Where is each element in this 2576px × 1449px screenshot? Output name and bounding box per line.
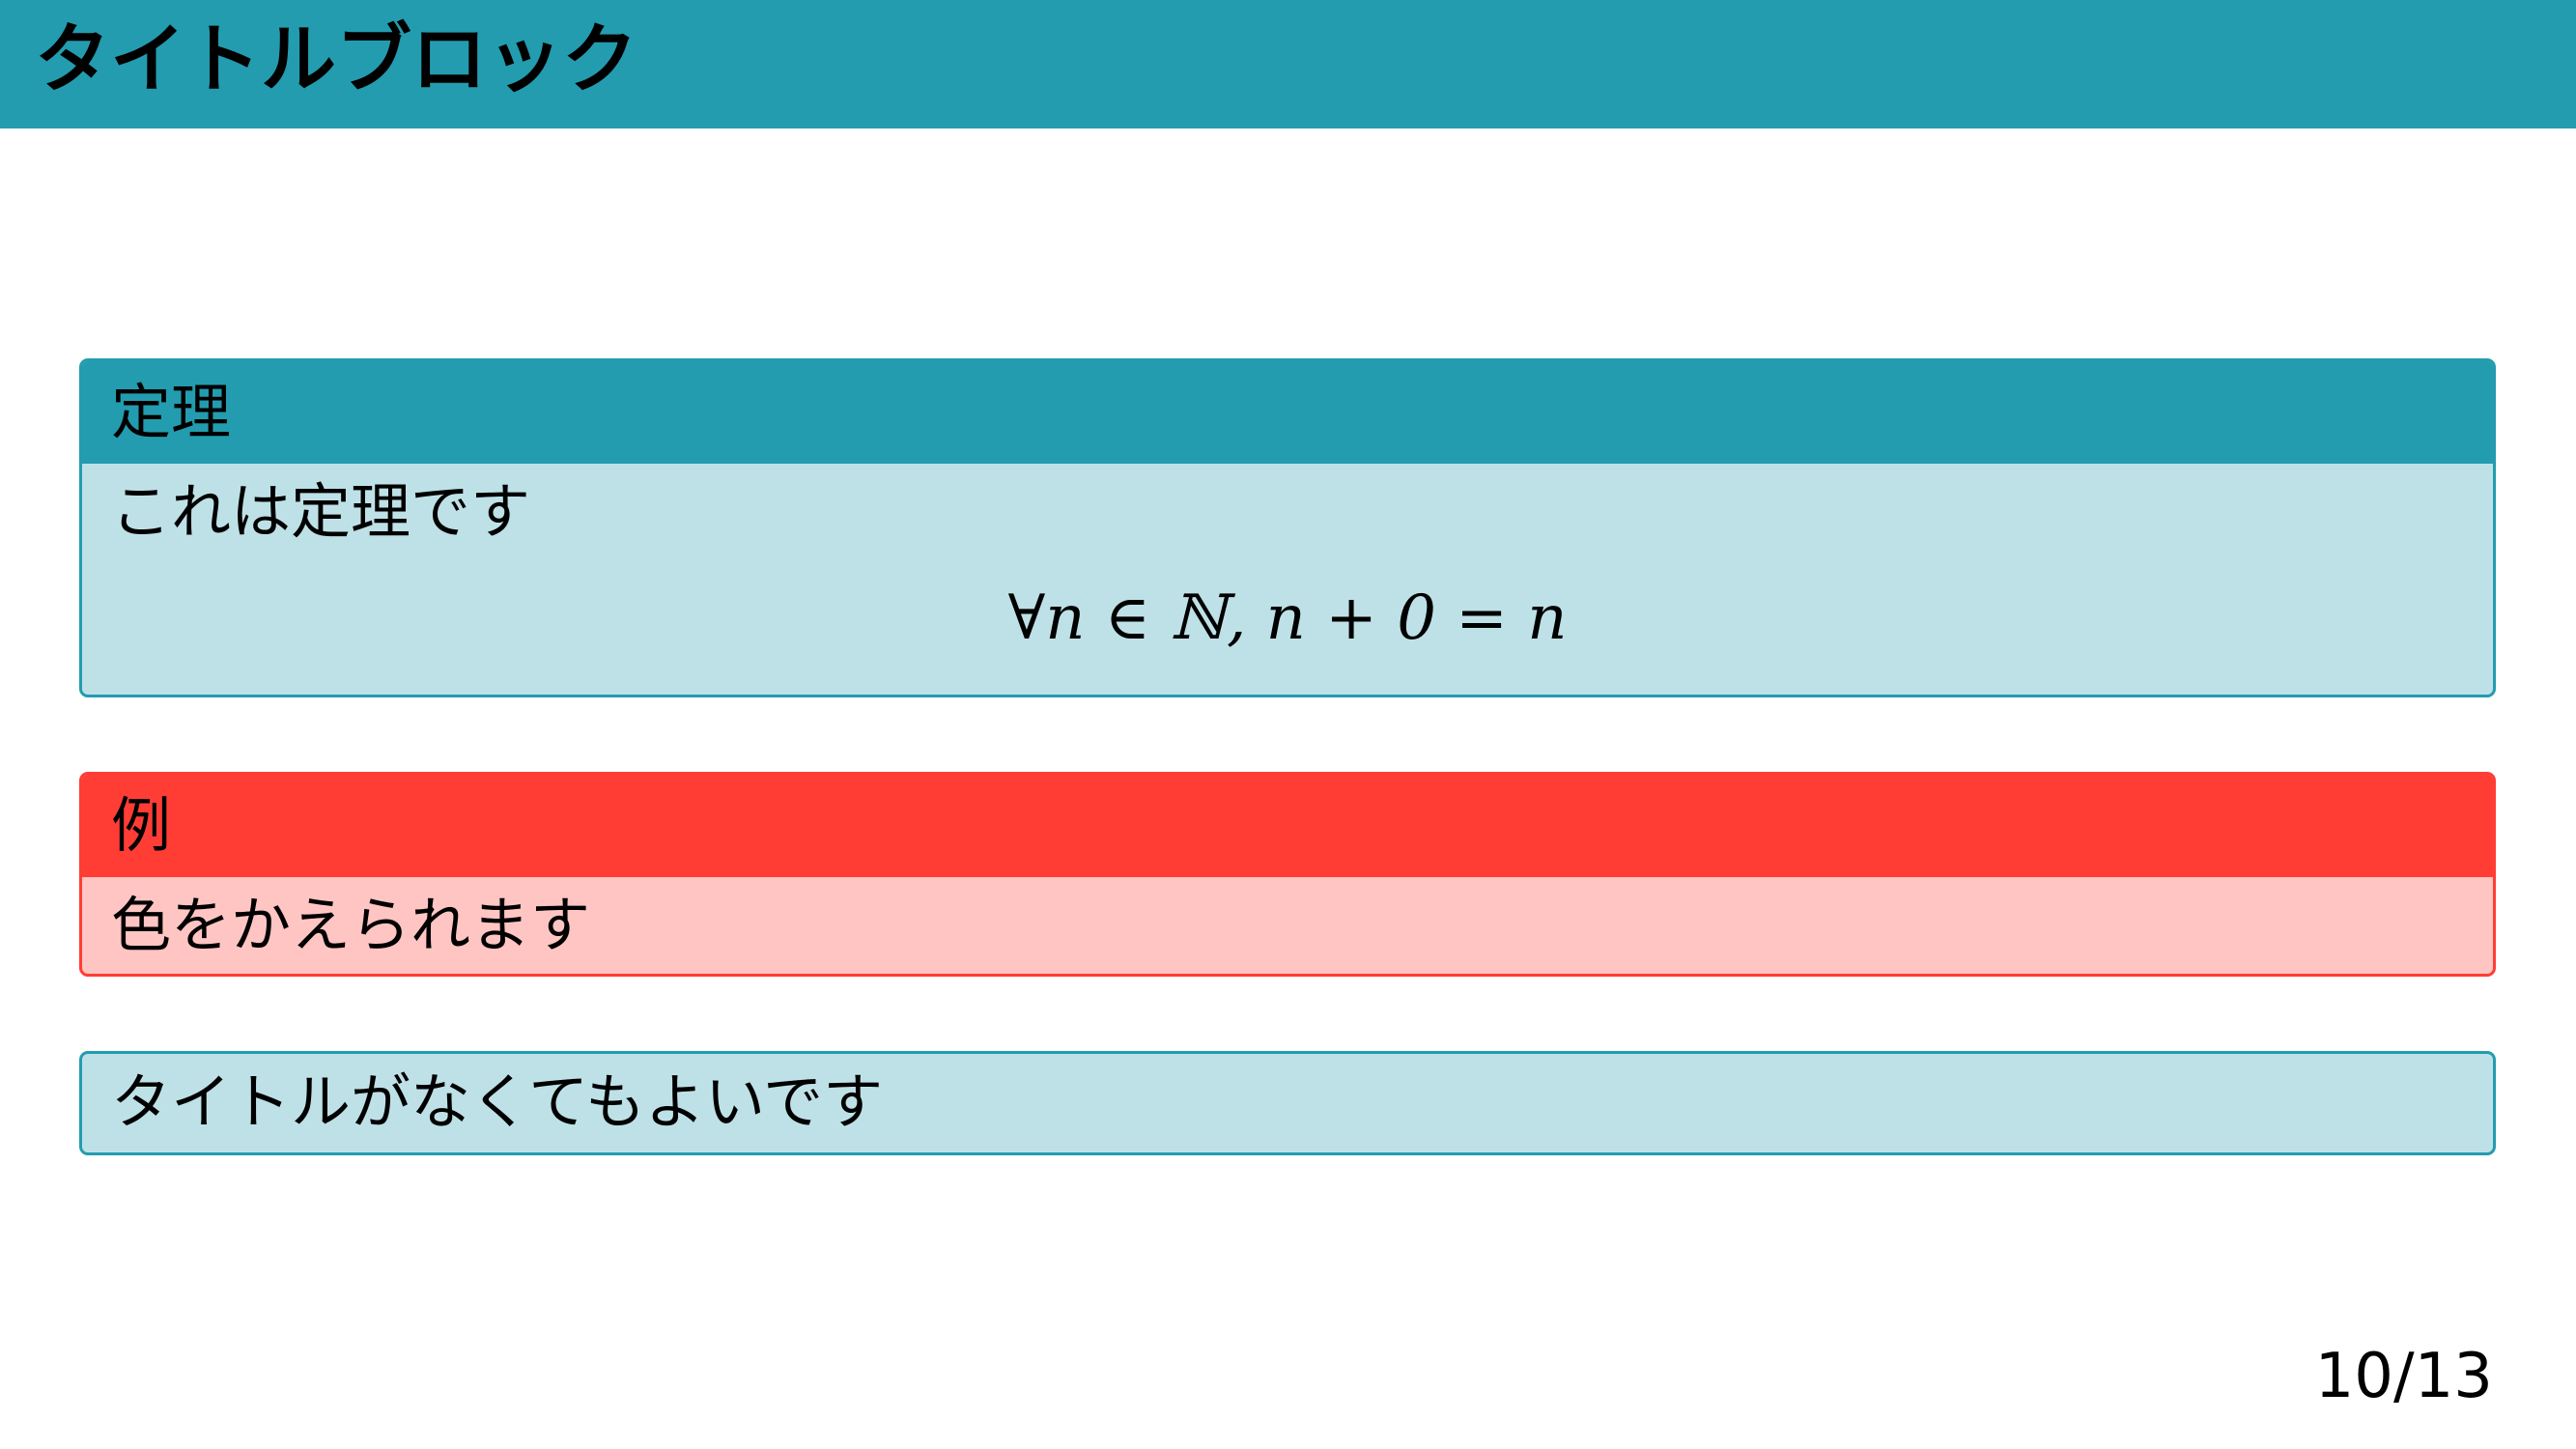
slide-title: タイトルブロック (35, 16, 638, 103)
theorem-text: これは定理です (111, 476, 531, 547)
theorem-block-body: これは定理です ∀n ∈ ℕ, n + 0 = n (82, 464, 2493, 695)
untitled-block-body: タイトルがなくてもよいです (111, 1066, 884, 1137)
page-number: 10/13 (2314, 1341, 2493, 1412)
example-block-body: 色をかえられます (111, 890, 591, 960)
theorem-block: 定理 これは定理です ∀n ∈ ℕ, n + 0 = n (79, 358, 2496, 697)
untitled-block: タイトルがなくてもよいです (79, 1051, 2496, 1155)
example-block: 例 色をかえられます (79, 772, 2496, 977)
header-bar: タイトルブロック (0, 0, 2576, 128)
theorem-block-title: 定理 (82, 361, 2493, 464)
example-block-title: 例 (82, 775, 2493, 877)
theorem-formula: ∀n ∈ ℕ, n + 0 = n (1007, 582, 1568, 654)
